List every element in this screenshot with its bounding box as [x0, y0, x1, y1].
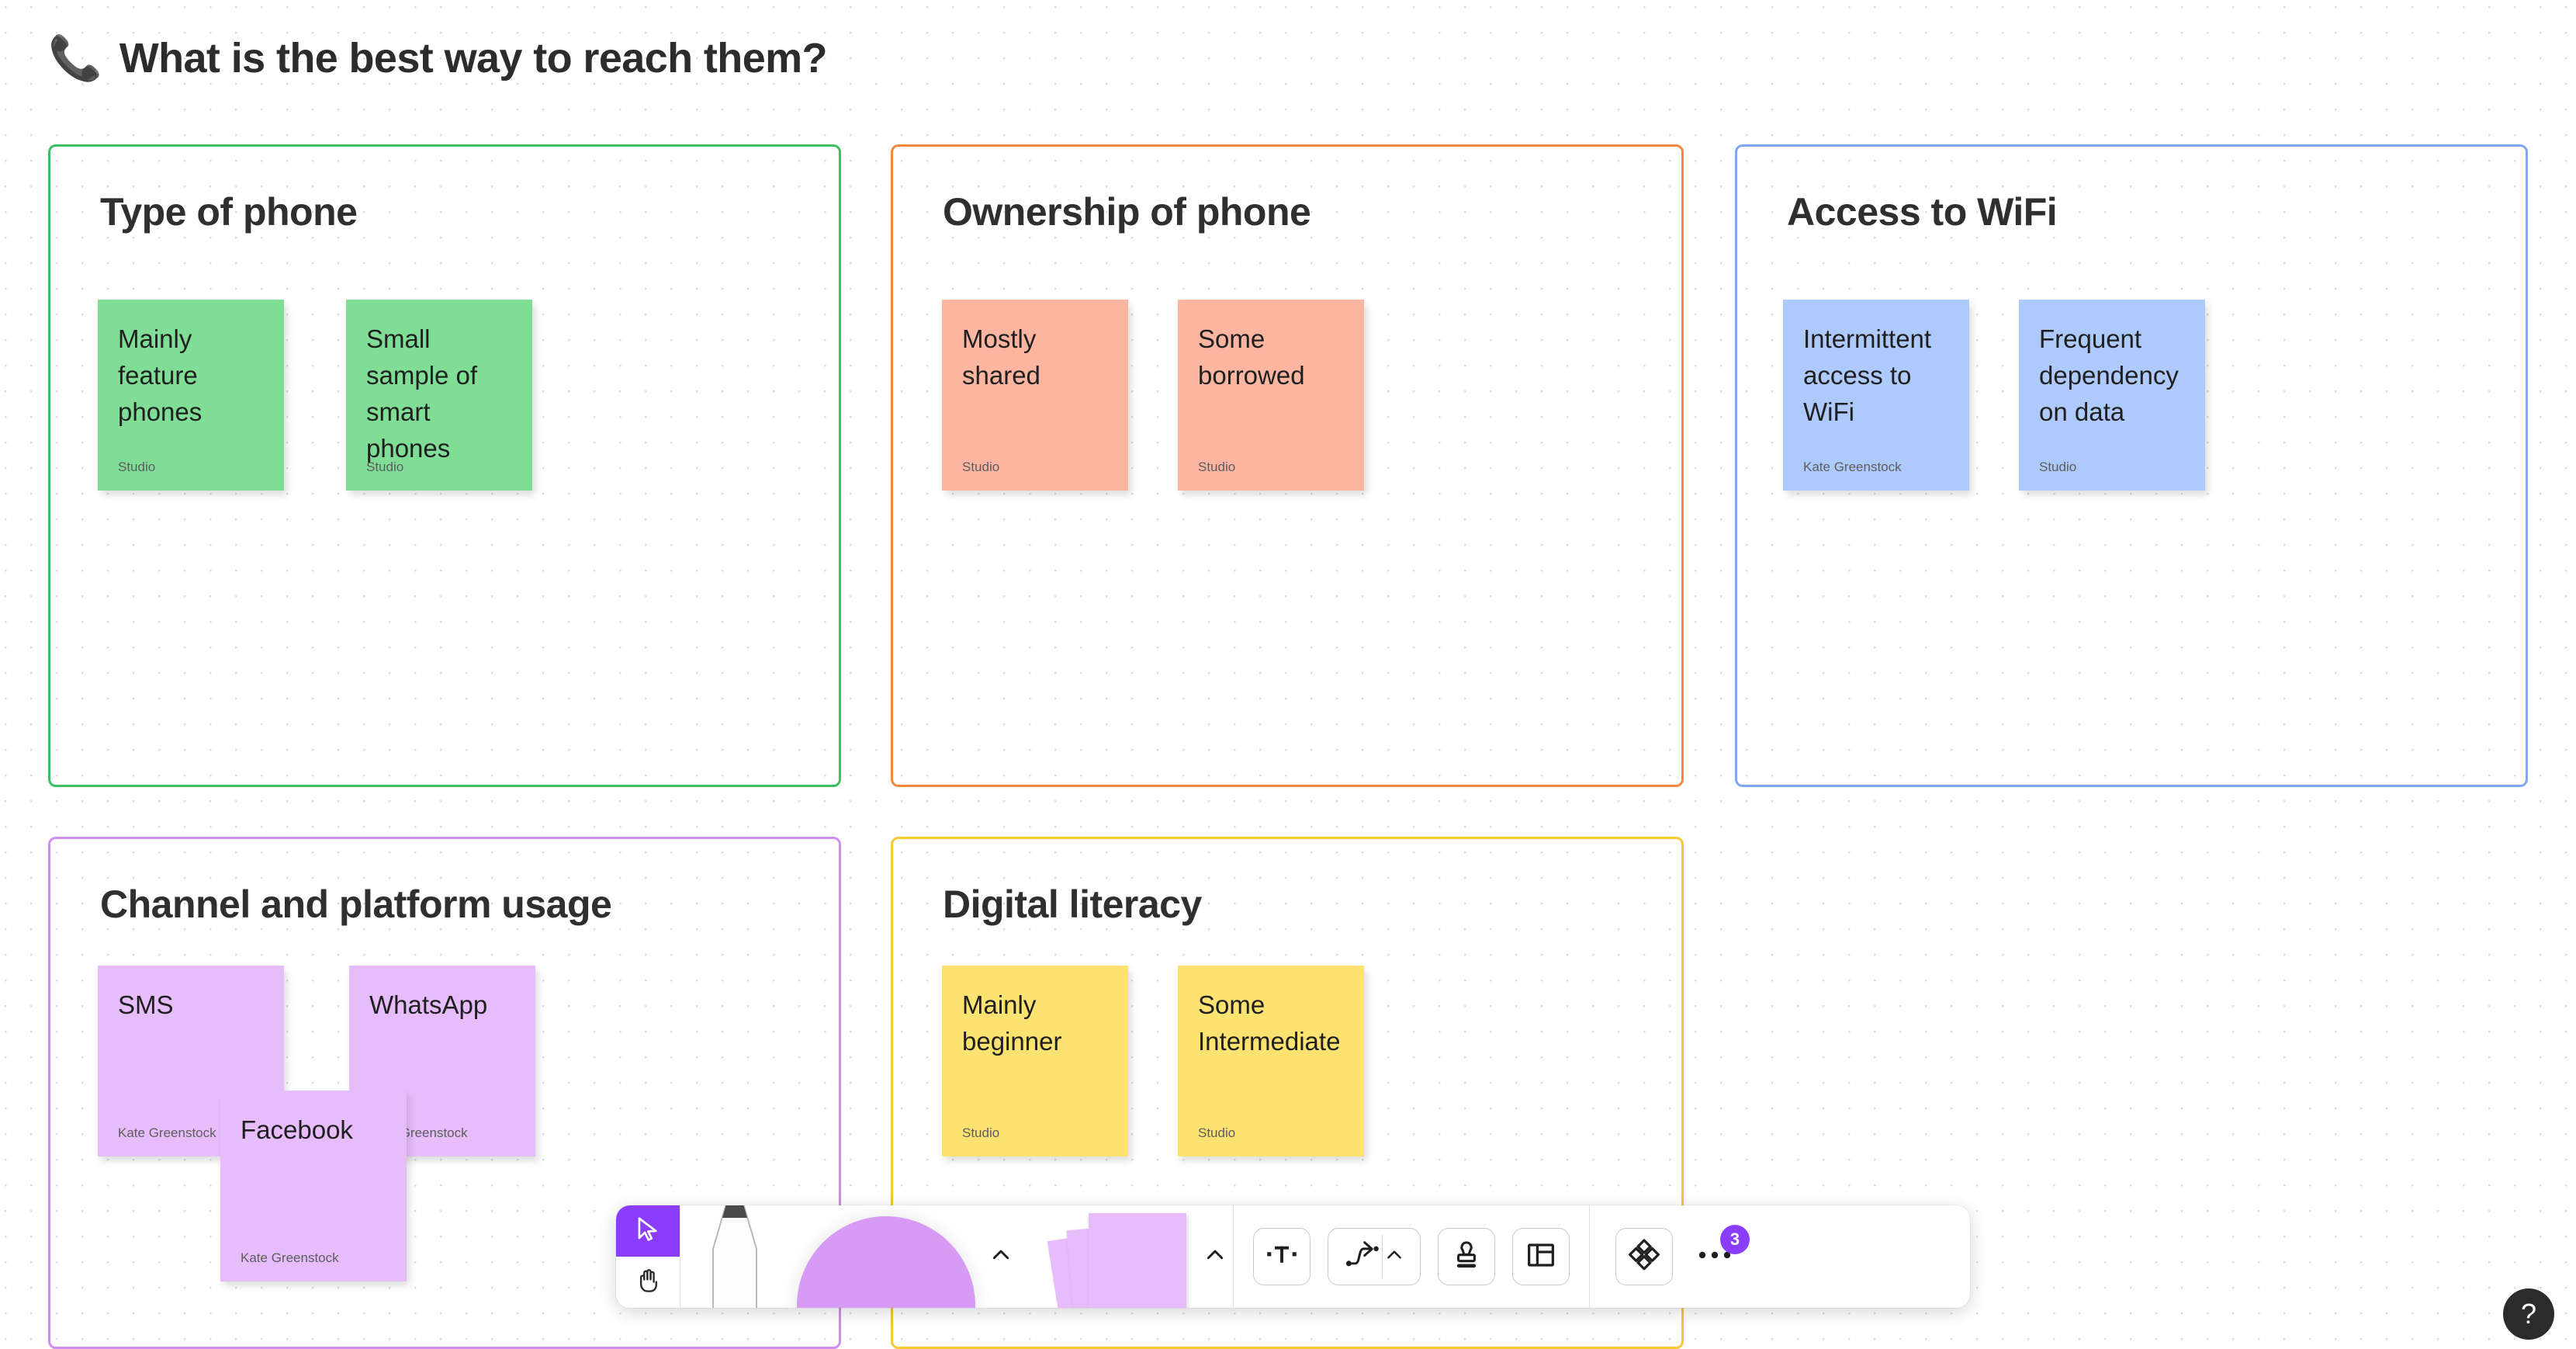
telephone-receiver-icon: 📞 [48, 33, 102, 82]
sticky-note[interactable]: Mainly feature phones Studio [98, 300, 284, 491]
sticky-note[interactable]: Frequent dependency on data Studio [2019, 300, 2205, 491]
frame-title: Channel and platform usage [100, 883, 612, 926]
frame-title: Ownership of phone [943, 190, 1311, 234]
sticky-note-author: Studio [366, 459, 404, 474]
sticky-options-chevron[interactable] [1197, 1205, 1233, 1308]
hand-pan-tool[interactable] [616, 1257, 680, 1308]
chevron-up-icon [989, 1243, 1013, 1271]
notification-badge: 3 [1720, 1225, 1750, 1254]
connector-divider [1381, 1235, 1383, 1278]
frame-title: Digital literacy [943, 883, 1202, 926]
sticky-note-text: Facebook [241, 1115, 353, 1144]
sticky-note-author: Kate Greenstock [241, 1250, 339, 1265]
sticky-note[interactable]: Intermittent access to WiFi Kate Greensto… [1783, 300, 1969, 491]
sticky-note-author: Studio [2039, 459, 2077, 474]
sticky-note-author: Studio [1198, 1125, 1236, 1140]
help-button[interactable]: ? [2503, 1288, 2554, 1340]
text-tool[interactable] [1253, 1228, 1311, 1285]
sticky-note-author: Kate Greenstock [1803, 459, 1902, 474]
select-cursor-tool[interactable] [616, 1205, 680, 1257]
sticky-note-author: Kate Greenstock [118, 1125, 216, 1140]
sticky-note-text: Mostly shared [962, 324, 1040, 390]
stamp-tool[interactable] [1438, 1228, 1495, 1285]
sticky-note-text: Mainly beginner [962, 990, 1062, 1056]
sticky-note-text: WhatsApp [369, 990, 488, 1019]
pen-options-chevron[interactable] [983, 1205, 1019, 1308]
sticky-note[interactable]: Some borrowed Studio [1178, 300, 1364, 491]
sticky-note-author: Studio [1198, 459, 1236, 474]
apps-tool[interactable] [1615, 1228, 1673, 1285]
sticky-note-tool[interactable] [1019, 1205, 1197, 1308]
chevron-up-icon[interactable] [1384, 1245, 1404, 1269]
page-title: 📞 What is the best way to reach them? [48, 33, 828, 82]
bottom-toolbar[interactable]: 3 [616, 1205, 1970, 1308]
apps-diamonds-icon [1626, 1237, 1662, 1277]
sticky-note-text: Frequent dependency on data [2039, 324, 2179, 426]
connector-tool[interactable] [1328, 1228, 1421, 1285]
toolbar-group-extras: 3 [1590, 1205, 1764, 1308]
sticky-note-text: Mainly feature phones [118, 324, 203, 426]
sticky-stack-front-icon [1089, 1213, 1186, 1308]
sticky-note[interactable]: Some Intermediate Studio [1178, 966, 1364, 1157]
stamp-icon [1449, 1237, 1484, 1277]
sticky-note-text: Intermittent access to WiFi [1803, 324, 1932, 426]
cursor-hand-split-button[interactable] [616, 1205, 680, 1308]
pen-tool[interactable] [680, 1205, 789, 1308]
sticky-note[interactable]: Mostly shared Studio [942, 300, 1128, 491]
question-mark-icon: ? [2520, 1298, 2537, 1330]
cursor-icon [633, 1215, 663, 1248]
chevron-up-icon [1203, 1243, 1227, 1271]
frame-title: Type of phone [100, 190, 358, 234]
hand-icon [633, 1266, 663, 1299]
sticky-note-author: Studio [962, 459, 1000, 474]
marker-tool[interactable] [789, 1205, 983, 1308]
sticky-note-text: SMS [118, 990, 174, 1019]
toolbar-group-navigation [616, 1205, 680, 1308]
text-icon [1263, 1236, 1300, 1278]
toolbar-group-objects [1234, 1205, 1589, 1308]
sticky-note[interactable]: Small sample of smart phones Studio [346, 300, 532, 491]
sticky-note-author: Studio [118, 459, 156, 474]
sticky-note-text: Some borrowed [1198, 324, 1305, 390]
marker-swatch-icon [797, 1216, 975, 1308]
sticky-note-text: Small sample of smart phones [366, 324, 478, 463]
frame-icon [1523, 1237, 1559, 1277]
board-title-text: What is the best way to reach them? [119, 35, 828, 81]
frame-title: Access to WiFi [1787, 190, 2058, 234]
connector-arrow-icon [1345, 1238, 1380, 1276]
toolbar-group-drawing [680, 1205, 1233, 1308]
sticky-note-text: Some Intermediate [1198, 990, 1341, 1056]
sticky-note[interactable]: Facebook Kate Greenstock [220, 1091, 407, 1281]
more-options-button[interactable]: 3 [1686, 1225, 1750, 1285]
frame-tool[interactable] [1512, 1228, 1570, 1285]
sticky-note-author: Studio [962, 1125, 1000, 1140]
sticky-note[interactable]: Mainly beginner Studio [942, 966, 1128, 1157]
